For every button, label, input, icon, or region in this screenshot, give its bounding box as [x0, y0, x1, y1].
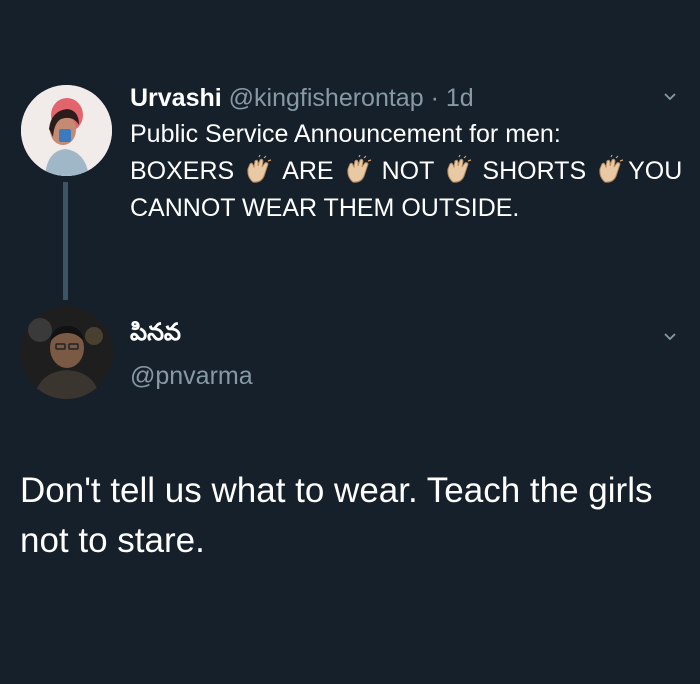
author-handle[interactable]: @pnvarma [130, 362, 253, 391]
author-name[interactable]: Urvashi [130, 84, 222, 112]
chevron-down-icon[interactable] [663, 90, 677, 104]
clapping-hands-icon [596, 155, 626, 185]
clapping-hands-icon [344, 155, 374, 185]
tweet-header: Urvashi @kingfisherontap · 1d [130, 82, 474, 114]
clapping-hands-icon [444, 155, 474, 185]
author-handle[interactable]: @kingfisherontap [229, 84, 424, 112]
tweet-line-2: BOXERS ARE NOT SHORTS YOU [130, 153, 690, 190]
tweet-line-3: CANNOT WEAR THEM OUTSIDE. [130, 194, 520, 222]
separator-dot: · [430, 84, 439, 112]
reply-text: Don't tell us what to wear. Teach the gi… [20, 471, 653, 560]
chevron-down-icon[interactable] [663, 330, 677, 344]
word-boxers: BOXERS [130, 157, 235, 185]
tweet-line-1: Public Service Announcement for men: [130, 120, 561, 148]
original-tweet[interactable]: Urvashi @kingfisherontap · 1d Public Ser… [0, 0, 700, 300]
word-are: ARE [282, 157, 334, 185]
thread-line [63, 182, 68, 300]
tweet-text: Public Service Announcement for men: BOX… [130, 116, 690, 227]
word-not: NOT [381, 157, 435, 185]
tweet-time[interactable]: 1d [446, 84, 474, 112]
clapping-hands-icon [244, 155, 274, 185]
avatar-pnvarma[interactable] [20, 306, 113, 399]
avatar-urvashi[interactable] [21, 85, 112, 176]
word-shorts: SHORTS [482, 157, 587, 185]
word-you: YOU [628, 157, 683, 185]
author-name[interactable]: పినవ [130, 318, 181, 352]
